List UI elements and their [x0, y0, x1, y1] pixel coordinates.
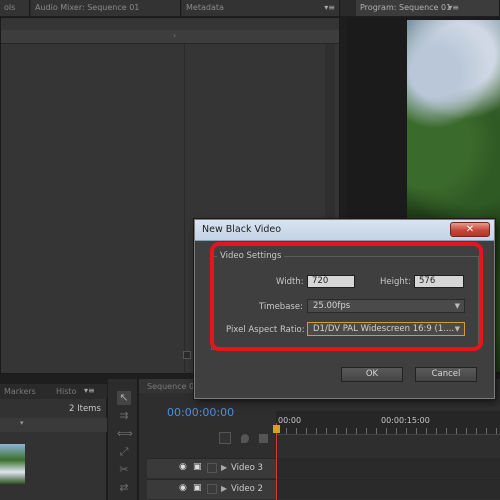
- add-marker-icon[interactable]: [259, 434, 268, 443]
- tab-program[interactable]: Program: Sequence 01 ▾≡: [356, 0, 500, 16]
- height-label: Height:: [380, 277, 411, 287]
- ruler-ticks: [276, 428, 500, 434]
- close-button[interactable]: ✕: [450, 222, 490, 237]
- clip-thumbnail[interactable]: [0, 444, 25, 484]
- dialog-title: New Black Video: [202, 224, 282, 235]
- panel-header: ›: [1, 30, 339, 44]
- project-tabs: Markers Histo ▾≡: [0, 384, 107, 399]
- expand-arrow-icon[interactable]: ▶: [221, 463, 227, 472]
- height-field[interactable]: 576: [414, 275, 464, 288]
- chevron-down-icon: ▼: [454, 302, 460, 310]
- width-field[interactable]: 720: [307, 275, 355, 288]
- tab-label: ols: [4, 3, 16, 12]
- resize-handle[interactable]: [183, 351, 191, 359]
- panel-menu-icon[interactable]: ▾≡: [324, 0, 335, 16]
- track-area[interactable]: [276, 459, 500, 478]
- track-name: Video 3: [231, 463, 263, 473]
- chevron-right-icon[interactable]: ›: [173, 31, 176, 40]
- width-label: Width:: [276, 277, 304, 287]
- track-video-3[interactable]: ◉ ▣ ▶ Video 3: [147, 458, 500, 478]
- playhead[interactable]: [276, 423, 277, 500]
- lock-icon[interactable]: [207, 463, 217, 473]
- track-name: Video 2: [231, 484, 263, 494]
- track-select-tool-icon[interactable]: ⇉: [117, 409, 131, 423]
- eye-icon[interactable]: ◉: [179, 483, 187, 493]
- ripple-edit-tool-icon[interactable]: ⟺: [117, 427, 133, 441]
- expand-arrow-icon[interactable]: ▶: [221, 484, 227, 493]
- tab-label: Program: Sequence 01: [360, 3, 452, 12]
- pixel-aspect-ratio-select[interactable]: D1/DV PAL Widescreen 16:9 (1.... ▼: [307, 322, 465, 336]
- tab-markers[interactable]: Markers: [4, 387, 36, 396]
- film-icon[interactable]: ▣: [193, 462, 202, 472]
- timebase-value: 25.00fps: [313, 301, 351, 311]
- film-icon[interactable]: ▣: [193, 483, 202, 493]
- tab-history[interactable]: Histo: [56, 387, 76, 396]
- timeline-tab[interactable]: Sequence 0: [139, 379, 199, 393]
- tools-panel: ↖ ⇉ ⟺ ⤢ ✂ ⇄: [108, 379, 138, 500]
- marker-icon[interactable]: [241, 434, 249, 443]
- new-black-video-dialog: New Black Video ✕ Video Settings Width: …: [194, 219, 495, 399]
- tab-audio-mixer[interactable]: Audio Mixer: Sequence 01: [31, 0, 181, 16]
- dialog-titlebar[interactable]: New Black Video ✕: [195, 220, 494, 241]
- tab-label: Audio Mixer: Sequence 01: [35, 3, 140, 12]
- lock-icon[interactable]: [207, 484, 217, 494]
- rate-stretch-tool-icon[interactable]: ⤢: [117, 445, 131, 459]
- ok-button[interactable]: OK: [341, 367, 403, 382]
- tab-label: Metadata: [186, 3, 224, 12]
- tab-tools[interactable]: ols: [0, 0, 30, 16]
- panel-menu-icon[interactable]: ▾≡: [448, 0, 459, 16]
- time-ruler[interactable]: 00:00 00:00:15:00: [276, 411, 500, 435]
- playhead-handle[interactable]: [273, 425, 280, 433]
- project-panel: Markers Histo ▾≡ 2 Items ▾: [0, 384, 107, 500]
- sequence-tab-label: Sequence 0: [147, 382, 195, 391]
- cancel-button[interactable]: Cancel: [415, 367, 477, 382]
- close-icon: ✕: [465, 224, 475, 235]
- eye-icon[interactable]: ◉: [179, 462, 187, 472]
- panel-divider[interactable]: [184, 44, 185, 374]
- tab-metadata[interactable]: Metadata ▾≡: [182, 0, 340, 16]
- chevron-down-icon: ▼: [454, 325, 460, 333]
- timebase-select[interactable]: 25.00fps ▼: [307, 299, 465, 313]
- track-video-2[interactable]: ◉ ▣ ▶ Video 2: [147, 479, 500, 499]
- ruler-label-start: 00:00: [278, 416, 302, 425]
- track-area[interactable]: [276, 480, 500, 499]
- items-count: 2 Items: [69, 404, 101, 414]
- chevron-down-icon[interactable]: ▾: [20, 419, 24, 427]
- panel-tab-bar: ols Audio Mixer: Sequence 01 Metadata ▾≡…: [0, 0, 500, 16]
- pixel-aspect-ratio-label: Pixel Aspect Ratio:: [226, 325, 305, 335]
- pixel-aspect-ratio-value: D1/DV PAL Widescreen 16:9 (1....: [313, 324, 455, 334]
- selection-tool-icon[interactable]: ↖: [117, 391, 131, 405]
- razor-tool-icon[interactable]: ✂: [117, 463, 131, 477]
- timecode-display[interactable]: 00:00:00:00: [167, 406, 234, 419]
- project-toolbar: ▾: [0, 418, 107, 432]
- panel-menu-icon[interactable]: ▾≡: [84, 386, 95, 395]
- slip-tool-icon[interactable]: ⇄: [117, 481, 131, 495]
- video-settings-title: Video Settings: [217, 251, 285, 261]
- timebase-label: Timebase:: [259, 302, 303, 312]
- snap-icon[interactable]: [219, 432, 231, 444]
- ruler-label-mid: 00:00:15:00: [381, 416, 430, 425]
